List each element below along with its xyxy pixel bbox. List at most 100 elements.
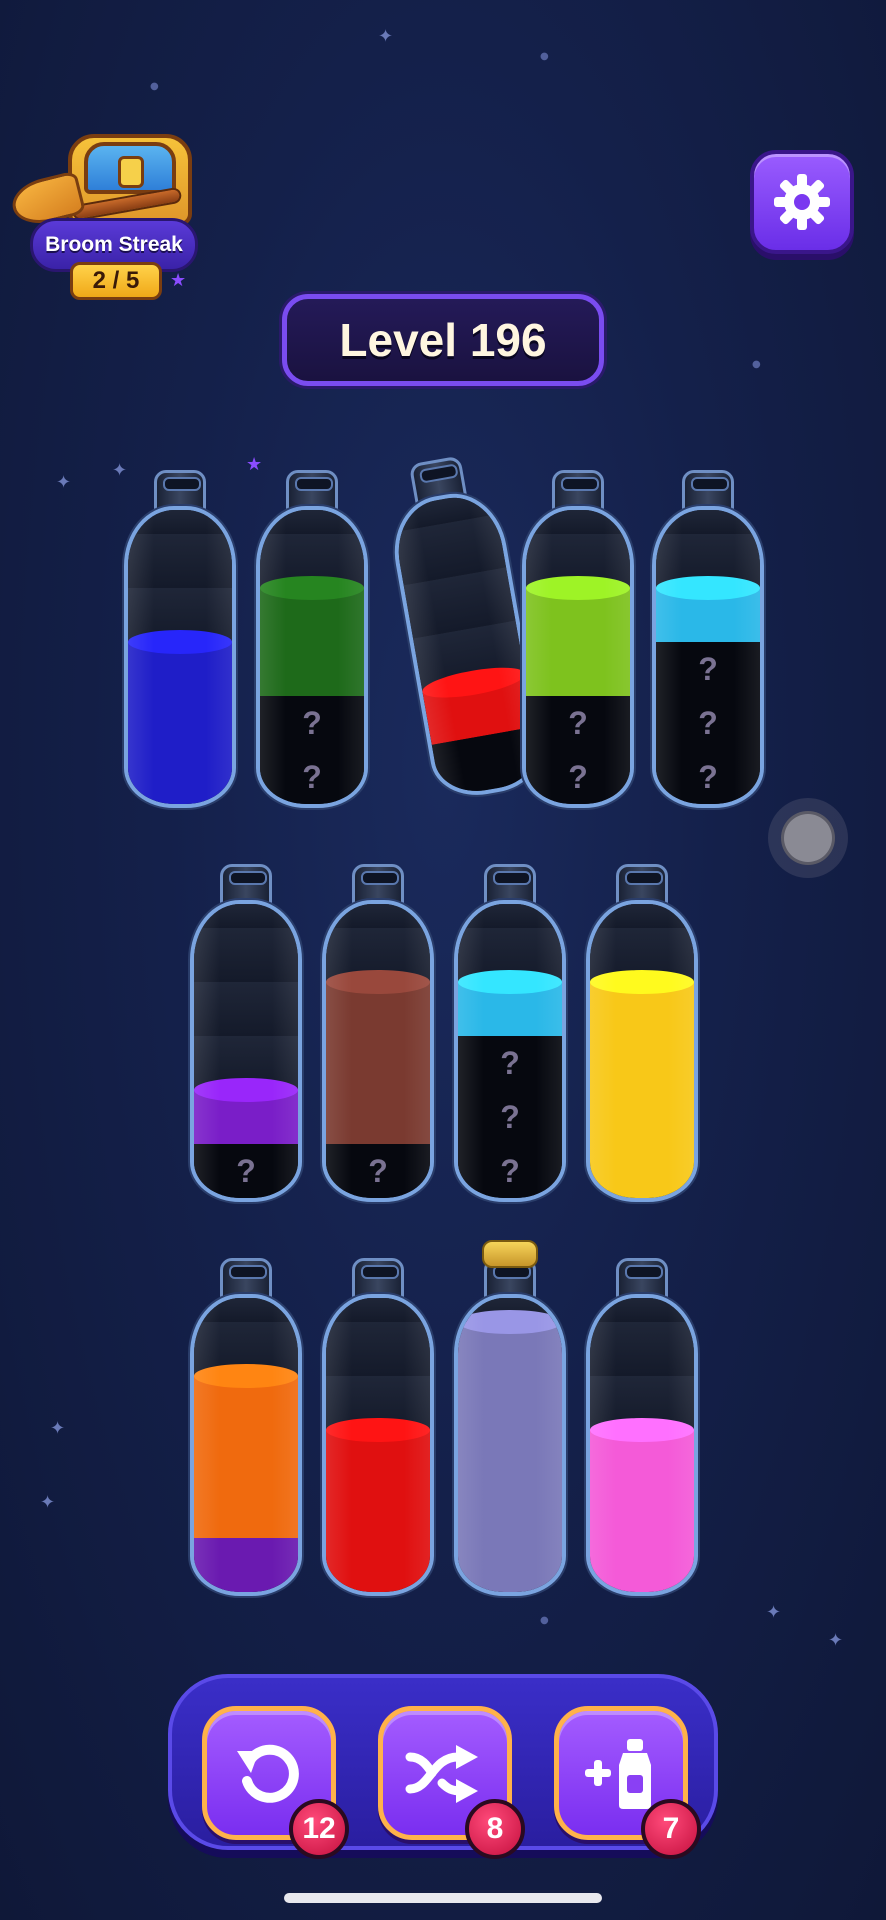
empty-segment [590,1322,694,1376]
star-decoration: ✦ [50,1418,66,1439]
liquid-brown [326,1090,430,1144]
liquid-red [326,1430,430,1484]
add-bottle-count-badge: 7 [641,1799,701,1859]
bottle-body [454,1294,566,1596]
hidden-segment: ? [458,1090,562,1144]
level-title: Level 196 [339,314,547,366]
bottle-headspace [326,1298,430,1322]
bottle-headspace [458,904,562,928]
hidden-segment: ? [326,1144,430,1198]
bottle-body [586,1294,698,1596]
bottle-8[interactable]: ??? [454,864,566,1204]
hidden-segment: ? [260,696,364,750]
bottle-1[interactable] [124,470,236,810]
add-bottle-button[interactable]: 7 [554,1706,701,1859]
liquid-pink [590,1538,694,1592]
liquid-blue [128,696,232,750]
home-indicator[interactable] [284,1893,602,1903]
liquid-lime [526,588,630,642]
star-decoration: ✦ [40,1492,56,1513]
empty-segment [128,534,232,588]
shuffle-button[interactable]: 8 [378,1706,525,1859]
liquid-blue [128,750,232,804]
bottle-body: ? [322,900,434,1202]
hidden-segment: ? [458,1036,562,1090]
hidden-segment: ? [526,696,630,750]
undo-icon [237,1744,299,1803]
settings-button[interactable] [750,150,854,254]
bottle-11[interactable] [322,1258,434,1598]
broom-icon [7,170,183,230]
cork-icon [482,1240,538,1268]
bottle-headspace [194,904,298,928]
bottle-9[interactable] [586,864,698,1204]
star-decoration: ● [752,359,761,370]
undo-button[interactable]: 12 [202,1706,349,1859]
bottle-headspace [526,510,630,534]
bottle-2[interactable]: ?? [256,470,368,810]
liquid-brown [326,982,430,1036]
liquid-violet [194,1538,298,1592]
liquid-pink [590,1430,694,1484]
liquid-red [326,1484,430,1538]
liquid-cyan [656,588,760,642]
level-indicator: Level 196 [282,294,604,386]
star-decoration: ✦ [828,1630,844,1651]
star-decoration: ✦ [766,1602,782,1623]
liquid-lavender [458,1376,562,1430]
liquid-purple [194,1090,298,1144]
liquid-cyan [458,982,562,1036]
bottle-body: ?? [522,506,634,808]
bottle-6[interactable]: ? [190,864,302,1204]
bottle-12[interactable] [454,1240,566,1598]
liquid-lime [526,642,630,696]
liquid-orange [194,1376,298,1430]
bottle-body: ? [190,900,302,1202]
liquid-blue [128,642,232,696]
liquid-green [260,588,364,642]
hidden-segment: ? [526,750,630,804]
streak-count: 2 / 5 [70,262,162,300]
bottle-5[interactable]: ??? [652,470,764,810]
undo-count-badge: 12 [289,1799,349,1859]
bottle-headspace [590,1298,694,1322]
liquid-pink [590,1484,694,1538]
liquid-yellow [590,1090,694,1144]
add-bottle-icon [585,1739,651,1809]
hidden-segment: ? [194,1144,298,1198]
empty-segment [326,1322,430,1376]
bottle-10[interactable] [190,1258,302,1598]
gear-icon [774,174,830,230]
liquid-yellow [590,982,694,1036]
bottle-body [190,1294,302,1596]
bottle-4[interactable]: ?? [522,470,634,810]
star-decoration: ● [150,81,159,92]
star-decoration: ✦ [56,472,72,493]
liquid-brown [326,1036,430,1090]
bottle-body: ??? [652,506,764,808]
bottle-headspace [260,510,364,534]
streak-title: Broom Streak [45,233,183,256]
liquid-orange [194,1484,298,1538]
hidden-segment: ? [260,750,364,804]
liquid-red [326,1538,430,1592]
bottle-headspace [590,904,694,928]
liquid-lavender [458,1430,562,1484]
broom-streak-widget[interactable]: Broom Streak 2 / 5 [7,118,212,308]
star-decoration: ✦ [378,26,394,47]
bottle-body [124,506,236,808]
bottle-body: ?? [256,506,368,808]
star-decoration: ● [540,1615,549,1626]
bottle-body: ??? [454,900,566,1202]
liquid-yellow [590,1144,694,1198]
liquid-lavender [458,1322,562,1376]
star-decoration: ● [540,51,549,62]
hidden-segment: ? [656,696,760,750]
liquid-yellow [590,1036,694,1090]
shuffle-count-badge: 8 [465,1799,525,1859]
liquid-green [260,642,364,696]
bottle-13[interactable] [586,1258,698,1598]
hidden-segment: ? [458,1144,562,1198]
bottle-7[interactable]: ? [322,864,434,1204]
bottle-body [586,900,698,1202]
